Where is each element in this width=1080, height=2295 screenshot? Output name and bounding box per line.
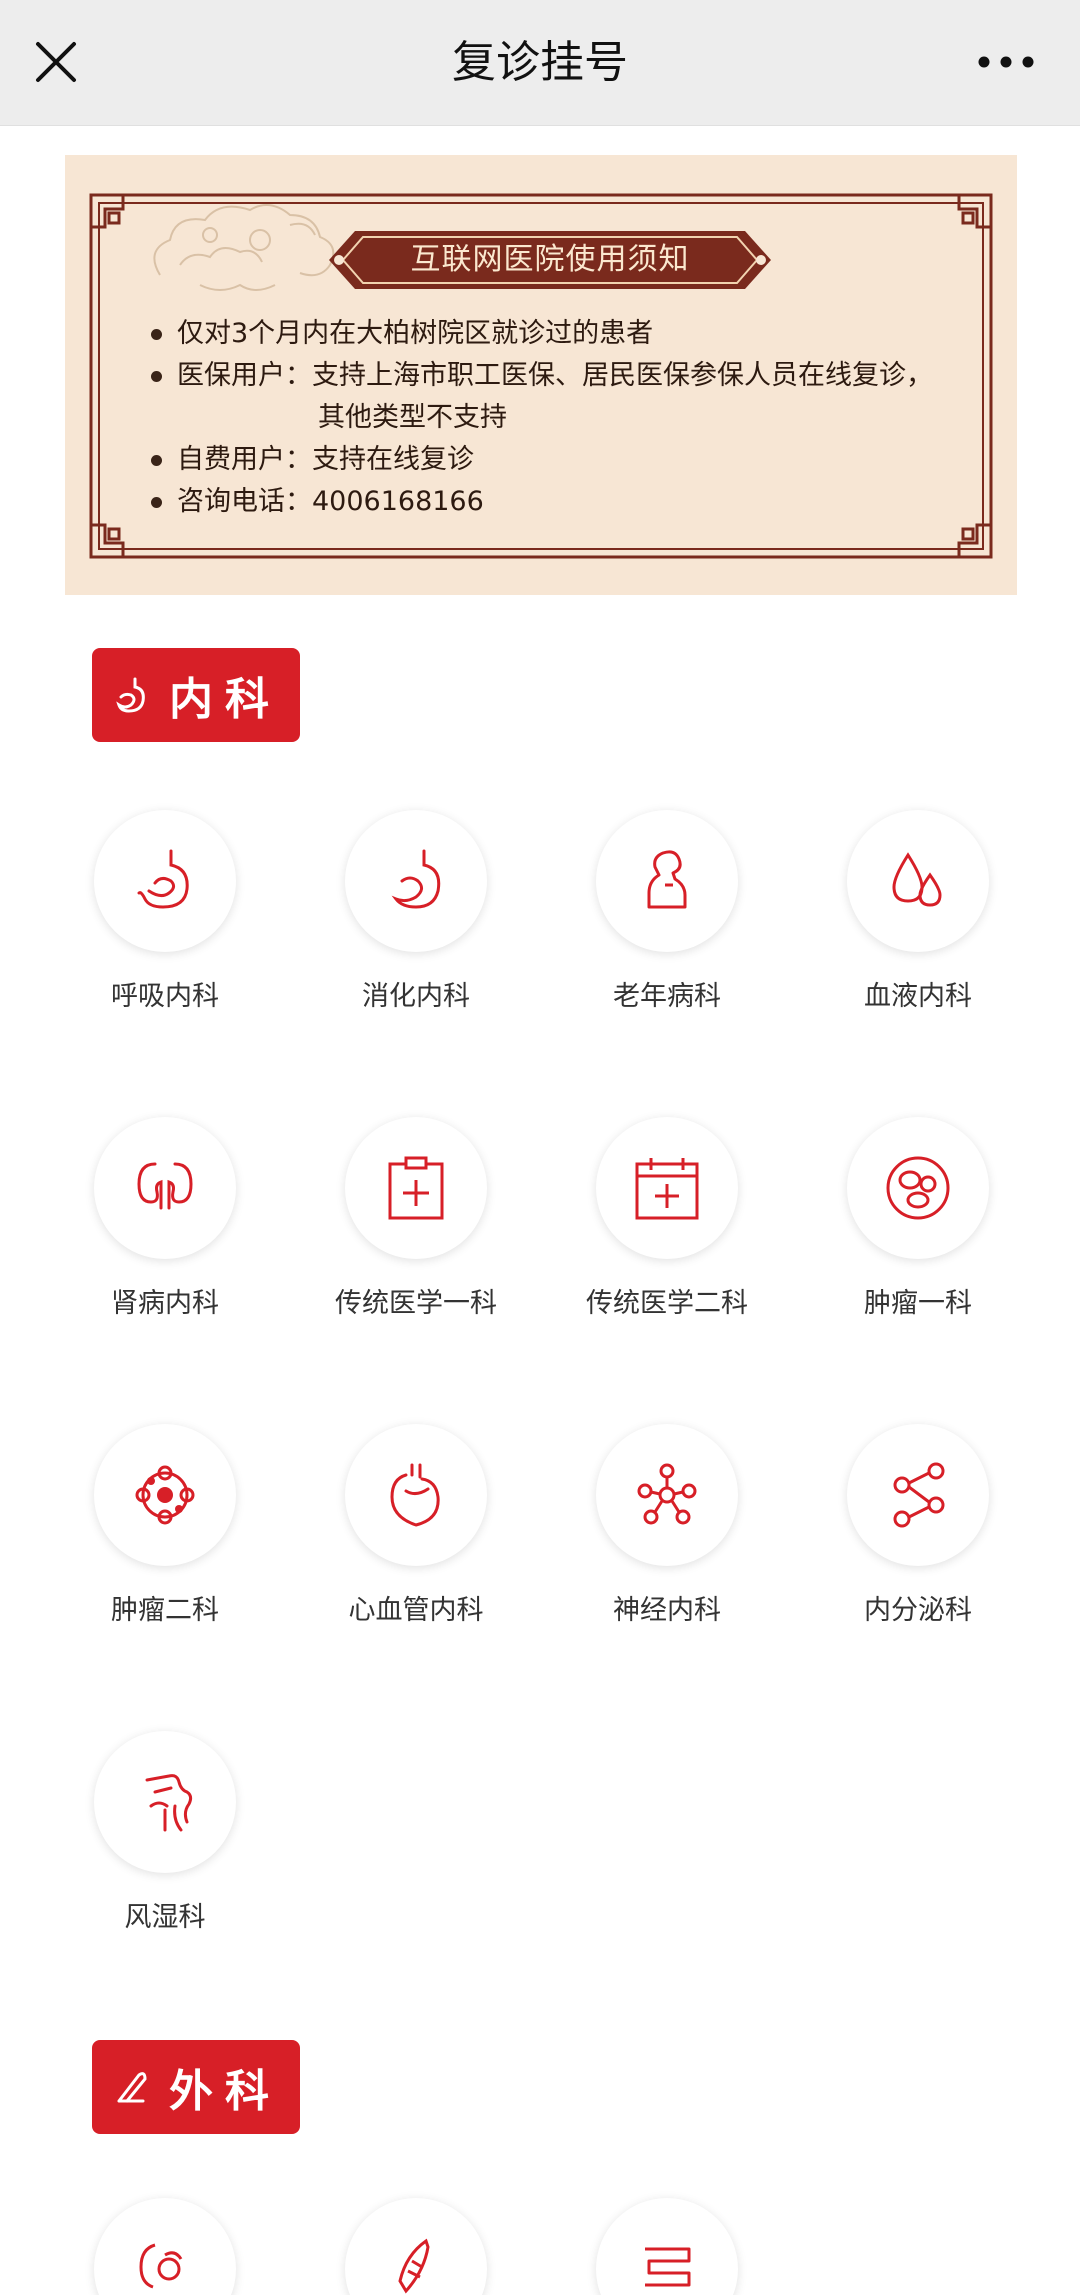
department-icon-circle (596, 2198, 738, 2295)
department-item[interactable]: 血液内科 (818, 810, 1018, 1013)
department-icon-circle (596, 1117, 738, 1259)
section-tag-internal: 内科 (92, 648, 300, 742)
joint-icon (145, 1774, 193, 1832)
department-icon-circle (345, 1117, 487, 1259)
department-label: 呼吸内科 (111, 981, 219, 1012)
department-item[interactable]: 肿瘤二科 (65, 1424, 265, 1627)
elderly-icon (647, 850, 687, 909)
department-item[interactable]: 传统医学二科 (567, 1117, 767, 1320)
page-title: 复诊挂号 (452, 37, 628, 88)
department-label: 神经内科 (613, 1595, 721, 1626)
stomach-icon (116, 677, 145, 713)
department-item[interactable]: 心血管内科 (316, 1424, 516, 1627)
department-icon-circle (345, 810, 487, 952)
bullet-icon (151, 371, 162, 382)
department-item[interactable]: 呼吸内科 (65, 810, 265, 1013)
notice-card: 互联网医院使用须知 仅对3个月内在大柏树院区就诊过的患者 医保用户：支持上海市职… (65, 155, 1017, 595)
neuron-icon (637, 1463, 697, 1525)
department-icon-circle (596, 1424, 738, 1566)
department-item[interactable]: 肾病内科 (65, 1117, 265, 1320)
department-item[interactable] (567, 2198, 767, 2295)
department-icon-circle (596, 810, 738, 952)
department-label: 肿瘤一科 (864, 1288, 972, 1319)
department-icon-circle (847, 1117, 989, 1259)
department-item[interactable]: 风湿科 (65, 1731, 265, 1934)
calendar-plus-icon (635, 1158, 699, 1220)
department-icon-circle (847, 1424, 989, 1566)
bullet-icon (151, 329, 162, 340)
cell-icon (886, 1156, 950, 1220)
department-item[interactable] (65, 2198, 265, 2295)
top-bar: 复诊挂号 (0, 0, 1080, 126)
department-item[interactable]: 内分泌科 (818, 1424, 1018, 1627)
department-label: 风湿科 (124, 1902, 206, 1933)
department-icon-circle (94, 1731, 236, 1873)
bullet-icon (151, 497, 162, 508)
department-label: 老年病科 (613, 981, 721, 1012)
notice-item-text: 医保用户：支持上海市职工医保、居民医保参保人员在线复诊， (177, 360, 933, 391)
kidney-icon (137, 1162, 193, 1210)
more-button[interactable] (956, 34, 1056, 90)
department-icon-circle (94, 810, 236, 952)
department-label: 传统医学一科 (335, 1288, 497, 1319)
department-item[interactable]: 神经内科 (567, 1424, 767, 1627)
department-icon-circle (94, 1424, 236, 1566)
department-label: 传统医学二科 (586, 1288, 748, 1319)
notice-item-text: 咨询电话：4006168166 (177, 486, 484, 517)
scalpel-icon (117, 2072, 147, 2103)
department-item[interactable]: 老年病科 (567, 810, 767, 1013)
department-label: 肾病内科 (111, 1288, 219, 1319)
blood-drop-icon (892, 852, 942, 907)
notice-item: 咨询电话：4006168166 (145, 481, 995, 523)
notice-item-continuation: 其他类型不支持 (318, 402, 507, 433)
department-item[interactable]: 消化内科 (316, 810, 516, 1013)
heart-icon (390, 1463, 440, 1527)
intestine-icon (645, 2247, 691, 2287)
department-icon-circle (94, 1117, 236, 1259)
department-icon-circle (345, 2198, 487, 2295)
notice-item-text: 自费用户：支持在线复诊 (177, 444, 474, 475)
department-label: 内分泌科 (864, 1595, 972, 1626)
department-item[interactable]: 肿瘤一科 (818, 1117, 1018, 1320)
surgery-icon-2 (398, 2238, 430, 2294)
tumor-icon (135, 1465, 195, 1525)
department-item[interactable]: 传统医学一科 (316, 1117, 516, 1320)
more-icon (978, 56, 1034, 68)
department-icon-circle (345, 1424, 487, 1566)
department-item[interactable] (316, 2198, 516, 2295)
department-label: 消化内科 (362, 981, 470, 1012)
notice-list: 仅对3个月内在大柏树院区就诊过的患者 医保用户：支持上海市职工医保、居民医保参保… (145, 313, 995, 523)
section-title: 外科 (169, 2066, 281, 2117)
notice-item: 仅对3个月内在大柏树院区就诊过的患者 (145, 313, 995, 355)
notice-title-banner (329, 231, 771, 289)
notice-item: 医保用户：支持上海市职工医保、居民医保参保人员在线复诊， 其他类型不支持 (145, 355, 995, 439)
notice-item-text: 仅对3个月内在大柏树院区就诊过的患者 (177, 318, 654, 349)
section-title: 内科 (169, 674, 281, 725)
stomach-icon (137, 849, 189, 909)
surgery-icon-1 (139, 2243, 183, 2289)
department-label: 心血管内科 (348, 1595, 484, 1626)
bullet-icon (151, 455, 162, 466)
clipboard-plus-icon (388, 1156, 444, 1220)
stomach-icon (391, 849, 441, 909)
notice-item: 自费用户：支持在线复诊 (145, 439, 995, 481)
department-icon-circle (847, 810, 989, 952)
molecule-icon (893, 1462, 945, 1528)
department-label: 肿瘤二科 (111, 1595, 219, 1626)
department-label: 血液内科 (864, 981, 972, 1012)
department-icon-circle (94, 2198, 236, 2295)
section-tag-surgery: 外科 (92, 2040, 300, 2134)
